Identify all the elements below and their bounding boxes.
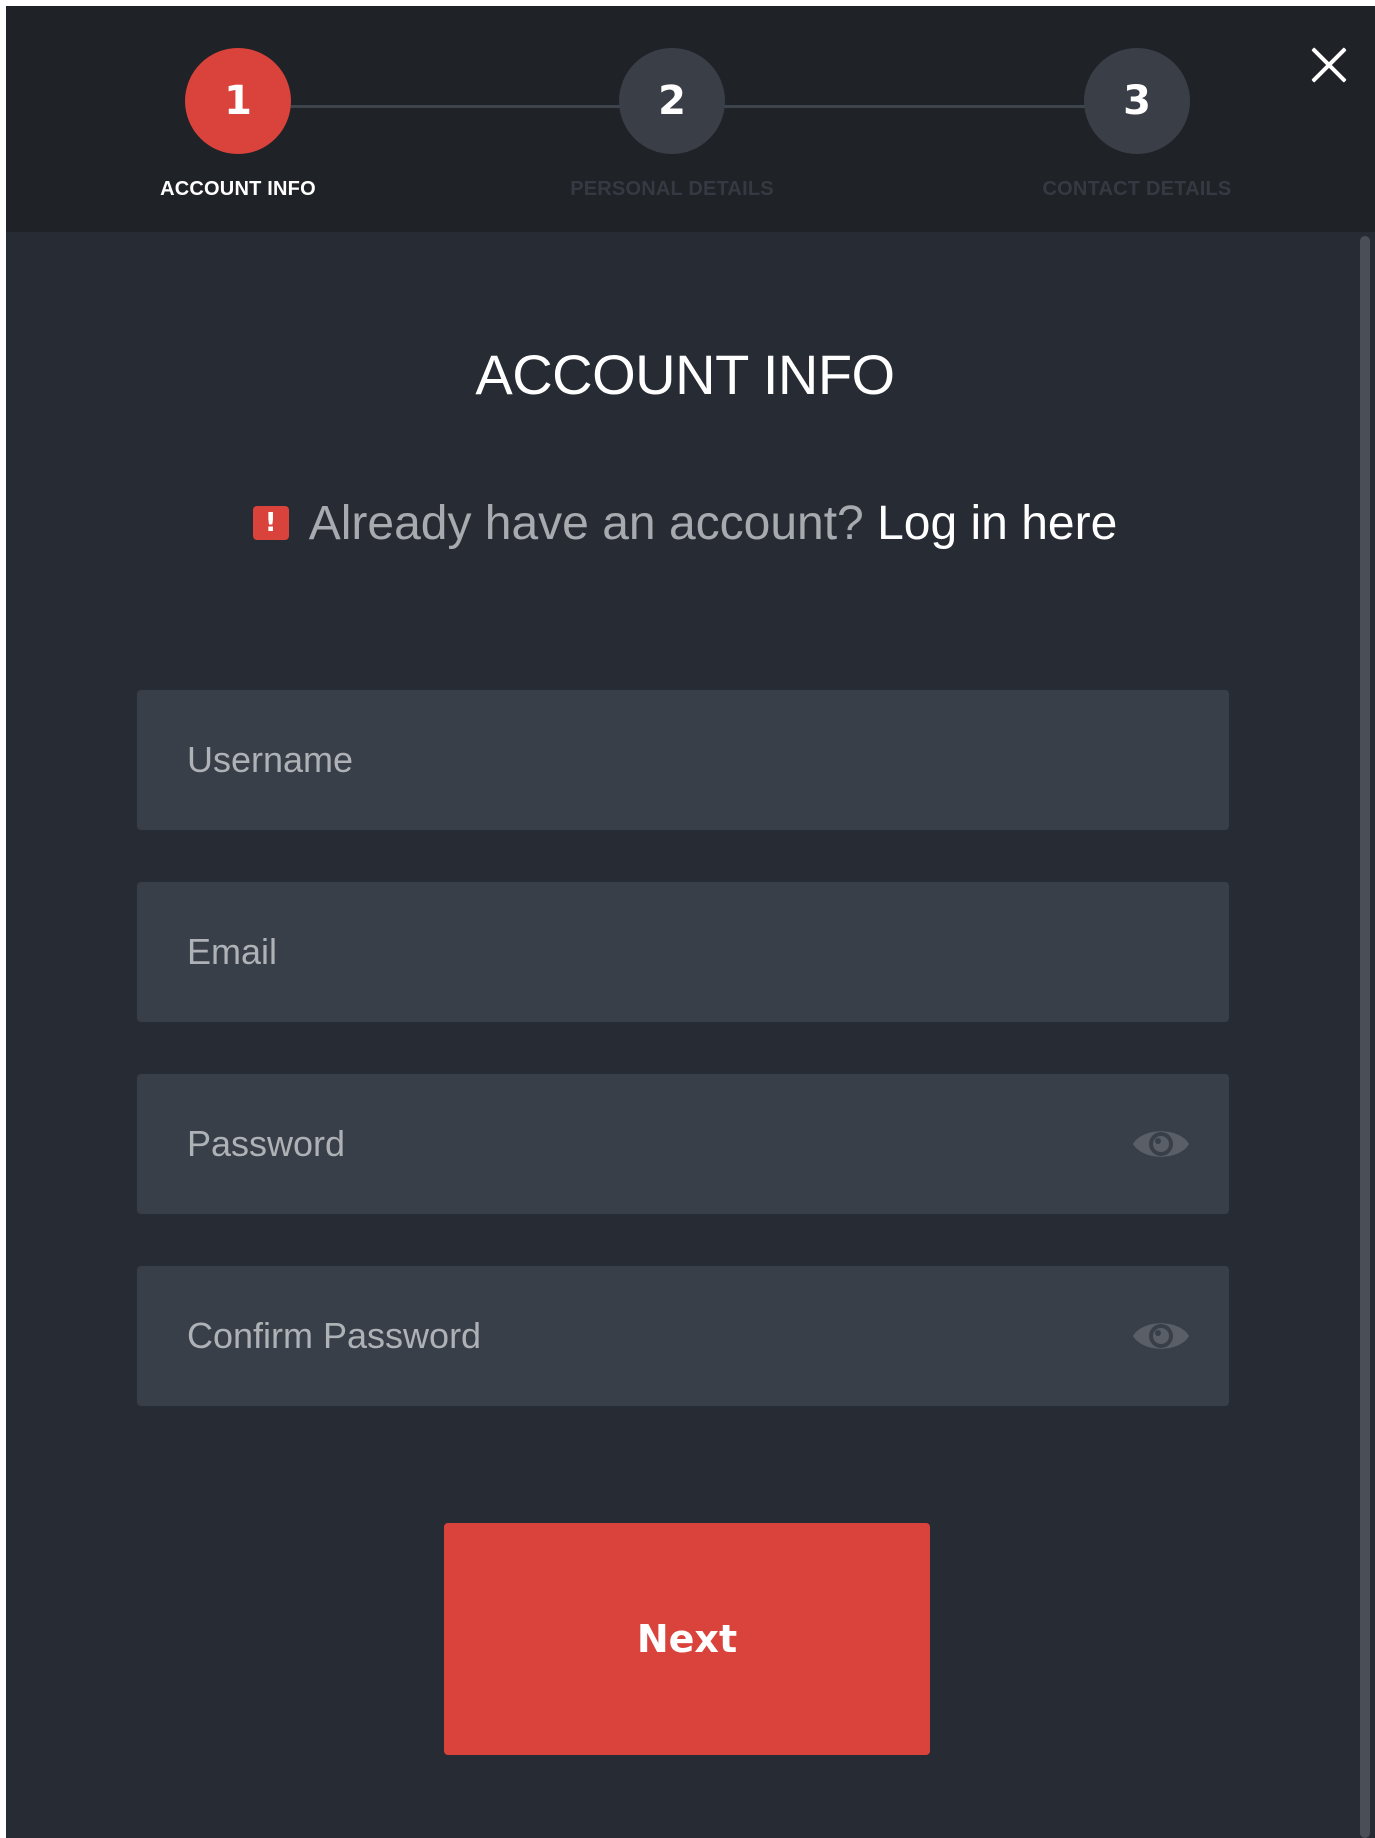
- step-1-circle[interactable]: 1: [185, 48, 291, 154]
- step-connector-1-2: [241, 105, 671, 108]
- step-2-number: 2: [658, 78, 686, 124]
- step-2-label: PERSONAL DETAILS: [570, 178, 774, 200]
- eye-icon[interactable]: [1131, 1122, 1191, 1166]
- exclamation-icon: !: [252, 506, 289, 540]
- confirm-password-input[interactable]: [137, 1266, 1229, 1406]
- username-field: [137, 690, 1229, 830]
- stepper-header: 1 ACCOUNT INFO 2 PERSONAL DETAILS 3 CONT…: [6, 6, 1375, 232]
- confirm-password-field: [137, 1266, 1229, 1406]
- eye-icon[interactable]: [1131, 1314, 1191, 1358]
- password-field: [137, 1074, 1229, 1214]
- step-2-circle[interactable]: 2: [619, 48, 725, 154]
- login-prompt-row: ! Already have an account? Log in here: [6, 496, 1364, 551]
- close-icon[interactable]: [1307, 42, 1351, 86]
- email-field: [137, 882, 1229, 1022]
- username-input[interactable]: [137, 690, 1229, 830]
- step-1-number: 1: [224, 78, 252, 124]
- step-3-label: CONTACT DETAILS: [1042, 178, 1232, 200]
- step-3-number: 3: [1123, 78, 1151, 124]
- step-3-circle[interactable]: 3: [1084, 48, 1190, 154]
- step-1-label: ACCOUNT INFO: [160, 178, 316, 200]
- email-input[interactable]: [137, 882, 1229, 1022]
- step-connector-2-3: [671, 105, 1131, 108]
- login-prompt-text: Already have an account?: [308, 497, 864, 550]
- password-input[interactable]: [137, 1074, 1229, 1214]
- page-title: ACCOUNT INFO: [475, 343, 895, 406]
- signup-modal: 1 ACCOUNT INFO 2 PERSONAL DETAILS 3 CONT…: [6, 6, 1375, 1838]
- next-button[interactable]: Next: [444, 1523, 930, 1755]
- scrollbar[interactable]: [1360, 236, 1370, 1838]
- login-link[interactable]: Log in here: [877, 497, 1117, 550]
